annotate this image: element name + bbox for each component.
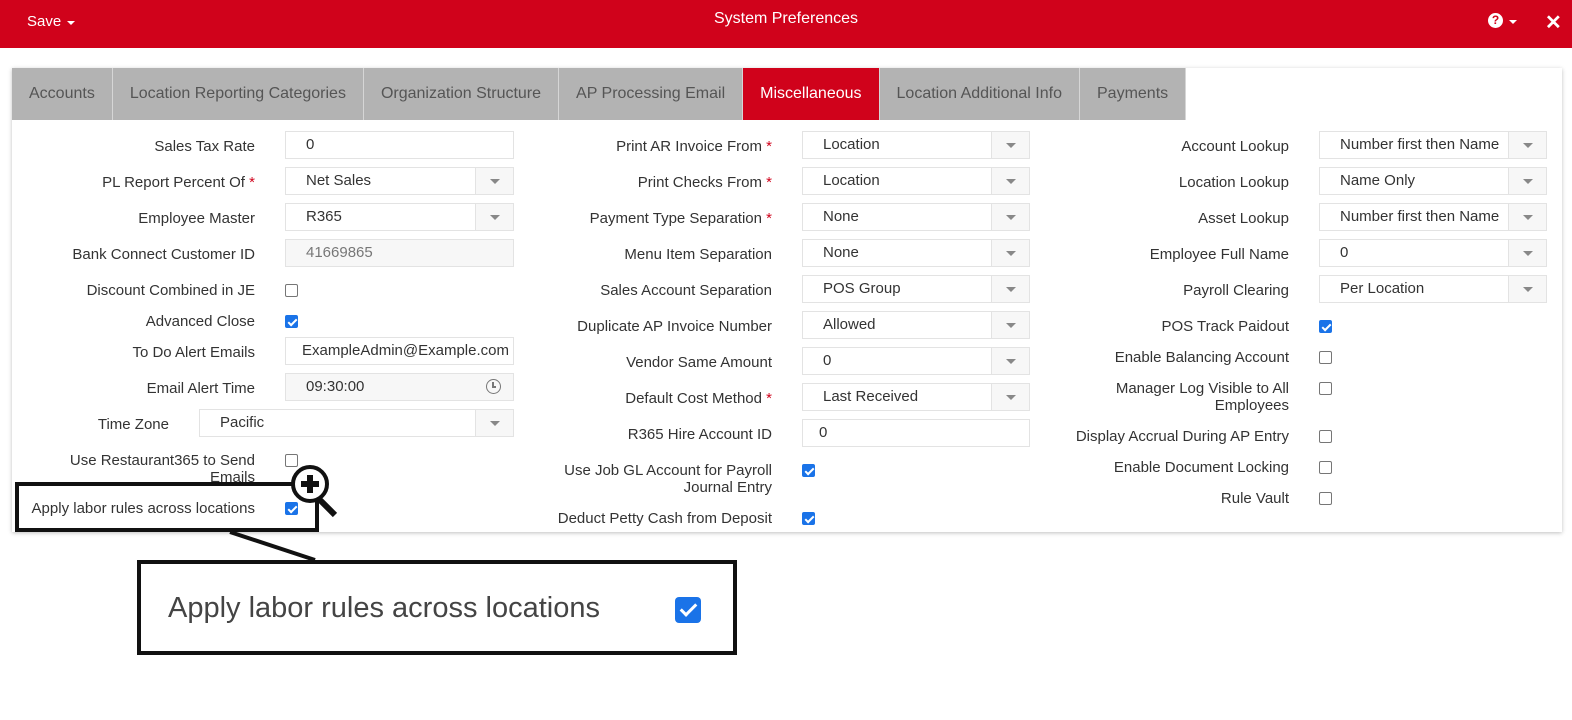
callout-text: Apply labor rules across locations: [168, 592, 600, 624]
callout-magnified-box: Apply labor rules across locations: [137, 560, 737, 655]
callout-checkbox: [675, 597, 701, 623]
callout-connector-line: [229, 530, 316, 562]
zoom-in-icon: [291, 465, 329, 503]
zoom-plus-vertical: [307, 475, 313, 493]
